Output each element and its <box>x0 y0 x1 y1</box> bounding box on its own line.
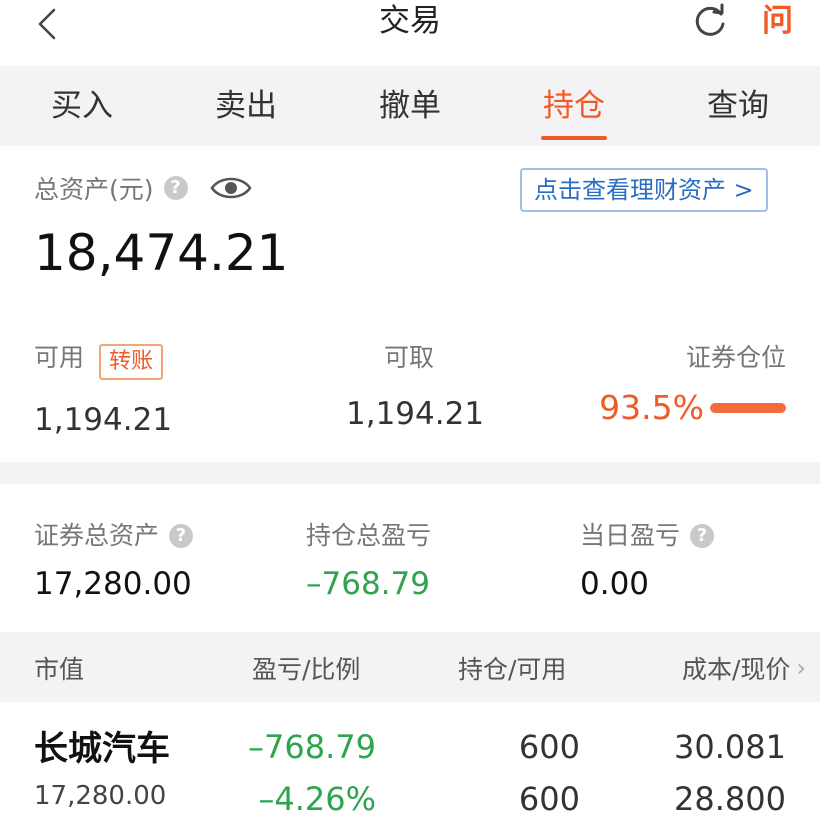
available-block: 可用 转账 1,194.21 <box>34 338 172 442</box>
top-bar: 交易 问 <box>0 0 820 64</box>
total-assets-value: 18,474.21 <box>34 224 289 282</box>
holdings-table-header: 市值 盈亏/比例 持仓/可用 成本/现价 › <box>0 632 820 702</box>
securities-total-block: 证券总资产 ? 17,280.00 <box>34 516 194 606</box>
section-divider <box>0 462 820 484</box>
holding-pl-value: –768.79 <box>306 566 430 602</box>
daily-pl-label: 当日盈亏 <box>580 521 681 550</box>
stock-pl-percent: –4.26% <box>258 780 376 818</box>
refresh-icon[interactable] <box>690 2 730 42</box>
stock-available: 600 <box>518 780 580 818</box>
tab-query[interactable]: 查询 <box>656 66 820 146</box>
stock-name: 长城汽车 <box>34 729 170 769</box>
available-value: 1,194.21 <box>34 401 173 438</box>
balance-row: 可用 转账 1,194.21 可取 1,194.21 证券仓位 93.5% <box>0 338 820 438</box>
stock-pl: –768.79 <box>248 728 376 766</box>
help-icon[interactable]: ? <box>169 524 194 548</box>
column-pl-ratio: 盈亏/比例 <box>252 655 361 684</box>
daily-pl-block: 当日盈亏 ? 0.00 <box>580 516 715 606</box>
securities-total-value: 17,280.00 <box>34 566 192 602</box>
position-indicator: 93.5% <box>599 386 786 430</box>
help-icon[interactable]: ? <box>690 524 715 548</box>
tab-sell[interactable]: 卖出 <box>164 66 328 146</box>
column-holding-available: 持仓/可用 <box>458 655 567 684</box>
securities-summary: 证券总资产 ? 17,280.00 持仓总盈亏 –768.79 当日盈亏 ? 0… <box>0 516 820 616</box>
position-percent: 93.5% <box>599 388 704 427</box>
tab-positions[interactable]: 持仓 <box>492 66 656 146</box>
table-row[interactable]: 长城汽车 17,280.00 –768.79 –4.26% 600 600 30… <box>0 712 820 820</box>
total-assets-label: 总资产(元) <box>34 175 154 204</box>
transfer-button[interactable]: 转账 <box>99 343 164 380</box>
trade-tabs: 买入 卖出 撤单 持仓 查询 <box>0 66 820 146</box>
total-assets-label-row: 总资产(元) ? <box>34 170 252 206</box>
withdrawable-label: 可取 <box>384 343 435 372</box>
help-icon[interactable]: ? <box>163 176 188 200</box>
view-finance-assets-button[interactable]: 点击查看理财资产 > <box>520 168 768 212</box>
stock-market-value: 17,280.00 <box>34 781 167 811</box>
tab-cancel-order[interactable]: 撤单 <box>328 66 492 146</box>
stock-price: 28.800 <box>674 780 786 818</box>
withdrawable-value: 1,194.21 <box>346 396 485 432</box>
position-label: 证券仓位 <box>685 343 786 372</box>
daily-pl-value: 0.00 <box>580 566 650 602</box>
stock-cost: 30.081 <box>674 728 786 766</box>
holding-pl-block: 持仓总盈亏 –768.79 <box>306 516 431 606</box>
eye-icon[interactable] <box>209 175 252 201</box>
ask-button[interactable]: 问 <box>762 0 793 42</box>
column-cost-price[interactable]: 成本/现价 › <box>682 650 806 686</box>
securities-total-label: 证券总资产 <box>34 521 160 550</box>
withdrawable-block: 可取 1,194.21 <box>346 338 484 436</box>
column-cost-price-label: 成本/现价 <box>681 655 791 684</box>
chevron-right-icon: › <box>796 654 806 682</box>
tab-buy[interactable]: 买入 <box>0 66 164 146</box>
position-bar <box>710 403 786 413</box>
position-block: 证券仓位 93.5% <box>599 338 786 430</box>
stock-holding: 600 <box>518 728 580 766</box>
holding-pl-label: 持仓总盈亏 <box>306 521 432 550</box>
available-label: 可用 <box>34 343 85 372</box>
column-market-value: 市值 <box>34 655 85 684</box>
